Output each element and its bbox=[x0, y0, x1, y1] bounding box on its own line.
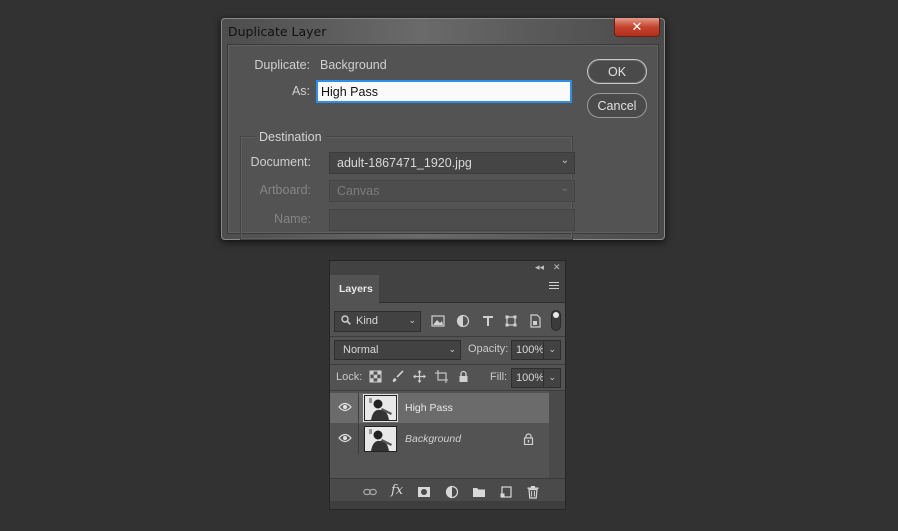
close-button[interactable]: ✕ bbox=[614, 18, 660, 37]
pixel-layer-filter-icon[interactable] bbox=[431, 314, 445, 328]
photo-thumbnail-icon bbox=[365, 396, 396, 420]
new-layer-icon[interactable] bbox=[499, 485, 513, 499]
as-label: As: bbox=[291, 84, 310, 98]
chevron-down-icon: ⌄ bbox=[548, 344, 556, 354]
type-layer-filter-icon[interactable] bbox=[481, 314, 495, 328]
adjustment-layer-filter-icon[interactable] bbox=[456, 314, 470, 328]
layer-thumbnail bbox=[364, 426, 397, 452]
document-value: adult-1867471_1920.jpg bbox=[337, 156, 472, 170]
layers-list: High Pass Background bbox=[330, 391, 565, 478]
duplicate-layer-dialog: Duplicate Layer ✕ Duplicate: Background … bbox=[221, 18, 665, 240]
lock-icon[interactable] bbox=[523, 433, 534, 445]
shape-layer-filter-icon[interactable] bbox=[504, 314, 518, 328]
dialog-title: Duplicate Layer bbox=[228, 24, 327, 39]
divider bbox=[330, 364, 565, 365]
lock-position-icon[interactable] bbox=[413, 370, 426, 383]
layers-scrollbar[interactable] bbox=[549, 391, 565, 478]
name-field bbox=[329, 209, 575, 231]
layer-row[interactable]: High Pass bbox=[330, 393, 549, 423]
collapse-icon[interactable]: ◂◂ bbox=[535, 262, 544, 273]
fill-label: Fill: bbox=[490, 371, 508, 383]
layer-name[interactable]: High Pass bbox=[405, 402, 453, 414]
tab-layers[interactable]: Layers bbox=[330, 275, 379, 304]
destination-group: Destination Document: adult-1867471_1920… bbox=[240, 130, 575, 240]
artboard-value: Canvas bbox=[337, 184, 380, 198]
opacity-value: 100% bbox=[516, 344, 545, 356]
layer-thumbnail bbox=[364, 395, 397, 421]
as-name-input[interactable] bbox=[316, 80, 572, 103]
blend-mode-value: Normal bbox=[343, 344, 379, 356]
panel-close-icon[interactable]: ✕ bbox=[553, 262, 561, 273]
divider bbox=[330, 336, 565, 337]
chevron-down-icon: ⌄ bbox=[548, 372, 556, 382]
eye-icon[interactable] bbox=[338, 402, 352, 412]
name-label: Name: bbox=[274, 212, 311, 226]
filter-kind-value: Kind bbox=[356, 315, 379, 327]
document-label: Document: bbox=[250, 155, 311, 169]
opacity-label: Opacity: bbox=[468, 343, 509, 355]
close-icon: ✕ bbox=[631, 19, 643, 34]
delete-layer-icon[interactable] bbox=[526, 485, 540, 499]
lock-image-pixels-icon[interactable] bbox=[391, 370, 404, 383]
opacity-select[interactable]: 100% ⌄ bbox=[511, 340, 561, 360]
new-group-icon[interactable] bbox=[472, 485, 486, 499]
chevron-down-icon: ⌄ bbox=[408, 315, 416, 325]
ok-button[interactable]: OK bbox=[587, 59, 647, 84]
new-adjustment-layer-icon[interactable] bbox=[445, 485, 459, 499]
layers-bottom-toolbar: fx bbox=[330, 478, 565, 503]
photo-thumbnail-icon bbox=[365, 427, 396, 451]
smart-object-filter-icon[interactable] bbox=[528, 314, 542, 328]
chevron-down-icon: ⌄ bbox=[560, 155, 569, 166]
duplicate-value: Background bbox=[320, 58, 387, 72]
fx-icon[interactable]: fx bbox=[391, 483, 405, 498]
lock-all-icon[interactable] bbox=[457, 370, 470, 383]
artboard-select: Canvas ⌄ bbox=[329, 180, 575, 202]
layer-name[interactable]: Background bbox=[405, 433, 461, 445]
cancel-button[interactable]: Cancel bbox=[587, 93, 647, 118]
artboard-label: Artboard: bbox=[259, 183, 311, 197]
layers-panel: ◂◂ ✕ Layers Kind ⌄ Normal ⌄ Opacity: 100… bbox=[329, 260, 566, 510]
chevron-down-icon: ⌄ bbox=[560, 183, 569, 194]
document-select[interactable]: adult-1867471_1920.jpg ⌄ bbox=[329, 152, 575, 174]
lock-label: Lock: bbox=[336, 371, 363, 383]
destination-title: Destination bbox=[255, 130, 326, 144]
eye-icon[interactable] bbox=[338, 433, 352, 443]
panel-title-bar: ◂◂ ✕ bbox=[330, 261, 565, 275]
duplicate-label: Duplicate: bbox=[254, 58, 310, 72]
panel-tab-bar: Layers bbox=[330, 275, 565, 304]
filter-toggle[interactable] bbox=[551, 310, 561, 331]
lock-artboard-icon[interactable] bbox=[435, 370, 448, 383]
add-mask-icon[interactable] bbox=[417, 485, 431, 499]
blend-mode-select[interactable]: Normal ⌄ bbox=[334, 340, 461, 360]
layer-row[interactable]: Background bbox=[330, 424, 549, 454]
panel-resize-grip[interactable] bbox=[330, 501, 565, 509]
filter-kind-select[interactable]: Kind ⌄ bbox=[334, 311, 421, 332]
link-layers-icon[interactable] bbox=[363, 485, 377, 499]
chevron-down-icon: ⌄ bbox=[448, 344, 456, 354]
lock-transparent-pixels-icon[interactable] bbox=[369, 370, 382, 383]
fill-select[interactable]: 100% ⌄ bbox=[511, 368, 561, 388]
search-icon bbox=[341, 315, 351, 325]
dialog-body: Duplicate: Background As: Destination Do… bbox=[227, 44, 659, 240]
fill-value: 100% bbox=[516, 372, 545, 384]
panel-menu-icon[interactable] bbox=[549, 282, 559, 291]
